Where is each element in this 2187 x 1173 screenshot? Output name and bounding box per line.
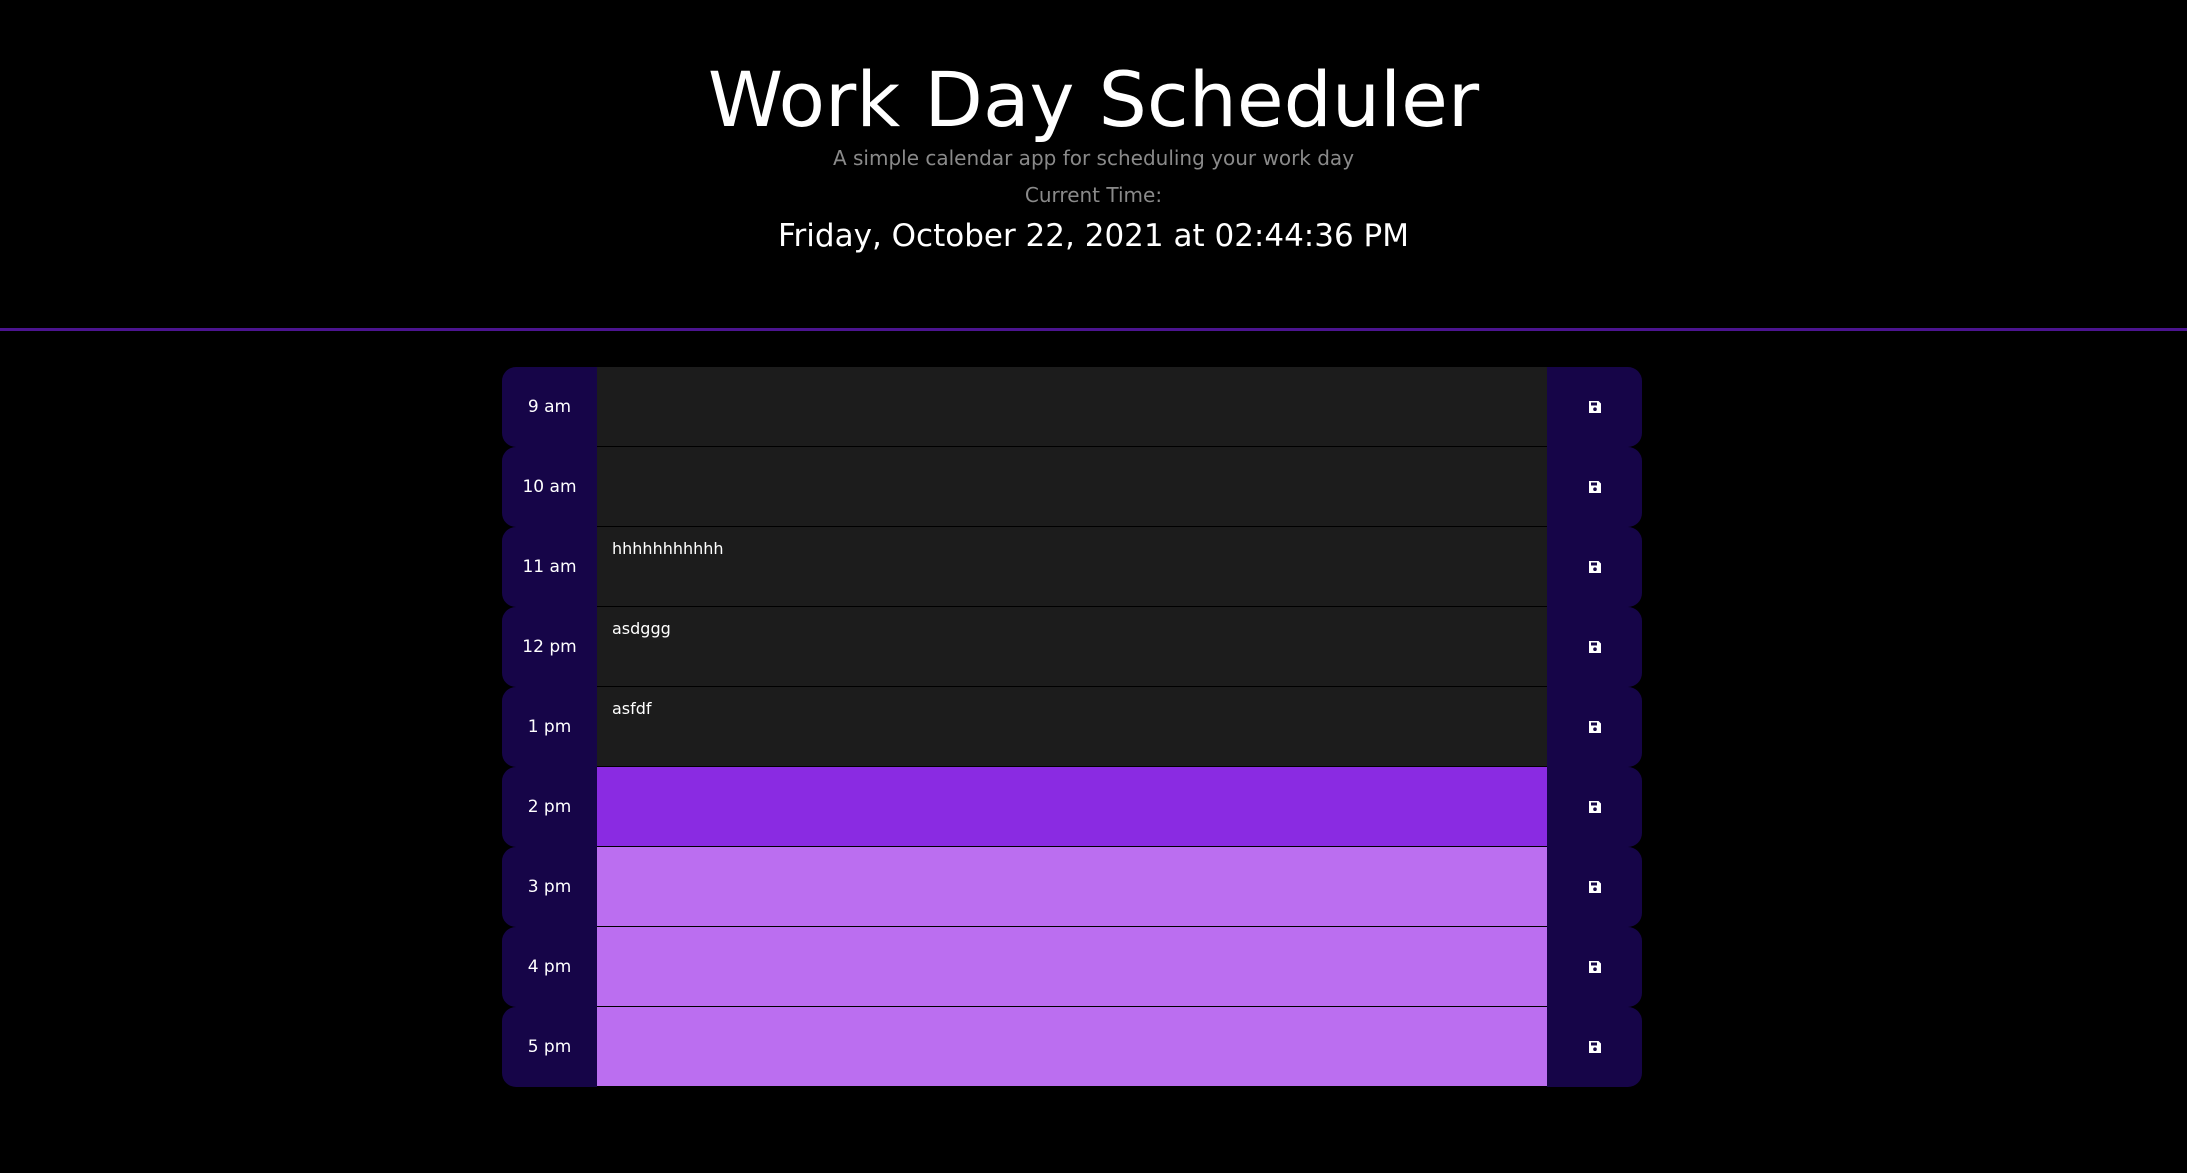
time-block-2pm: 2 pm [502,767,1642,847]
save-button[interactable] [1547,447,1642,527]
save-button[interactable] [1547,367,1642,447]
time-block-5pm: 5 pm [502,1007,1642,1087]
hour-label: 5 pm [502,1007,597,1087]
save-button[interactable] [1547,767,1642,847]
save-button[interactable] [1547,687,1642,767]
floppy-disk-icon [1588,560,1602,574]
time-block-1pm: 1 pm asfdf [502,687,1642,767]
event-description-input[interactable]: hhhhhhhhhhh [597,527,1547,607]
save-button[interactable] [1547,527,1642,607]
time-block-10am: 10 am [502,447,1642,527]
floppy-disk-icon [1588,960,1602,974]
event-description-input[interactable] [597,927,1547,1007]
event-description-input[interactable]: asfdf [597,687,1547,767]
event-description-input[interactable] [597,767,1547,847]
event-description-input[interactable] [597,847,1547,927]
event-description-input[interactable] [597,1007,1547,1087]
hour-label: 10 am [502,447,597,527]
floppy-disk-icon [1588,880,1602,894]
time-block-4pm: 4 pm [502,927,1642,1007]
hour-label: 2 pm [502,767,597,847]
hour-label: 1 pm [502,687,597,767]
page-title: Work Day Scheduler [707,55,1480,144]
floppy-disk-icon [1588,640,1602,654]
event-description-input[interactable] [597,447,1547,527]
save-button[interactable] [1547,847,1642,927]
event-description-input[interactable]: asdggg [597,607,1547,687]
hour-label: 11 am [502,527,597,607]
header: Work Day Scheduler A simple calendar app… [0,0,2187,331]
current-time-display: Friday, October 22, 2021 at 02:44:36 PM [777,218,1409,254]
floppy-disk-icon [1588,720,1602,734]
floppy-disk-icon [1588,480,1602,494]
save-button[interactable] [1547,927,1642,1007]
schedule-container: 9 am 10 am 11 am hhhhhhhhhhh 12 pm asdgg… [502,367,1642,1087]
time-block-11am: 11 am hhhhhhhhhhh [502,527,1642,607]
floppy-disk-icon [1588,800,1602,814]
current-time-label: Current Time: [1024,183,1163,207]
hour-label: 3 pm [502,847,597,927]
save-button[interactable] [1547,607,1642,687]
time-block-3pm: 3 pm [502,847,1642,927]
time-block-12pm: 12 pm asdggg [502,607,1642,687]
floppy-disk-icon [1588,1040,1602,1054]
floppy-disk-icon [1588,400,1602,414]
time-block-9am: 9 am [502,367,1642,447]
hour-label: 12 pm [502,607,597,687]
event-description-input[interactable] [597,367,1547,447]
page-subtitle: A simple calendar app for scheduling you… [832,146,1355,170]
save-button[interactable] [1547,1007,1642,1087]
hour-label: 4 pm [502,927,597,1007]
hour-label: 9 am [502,367,597,447]
